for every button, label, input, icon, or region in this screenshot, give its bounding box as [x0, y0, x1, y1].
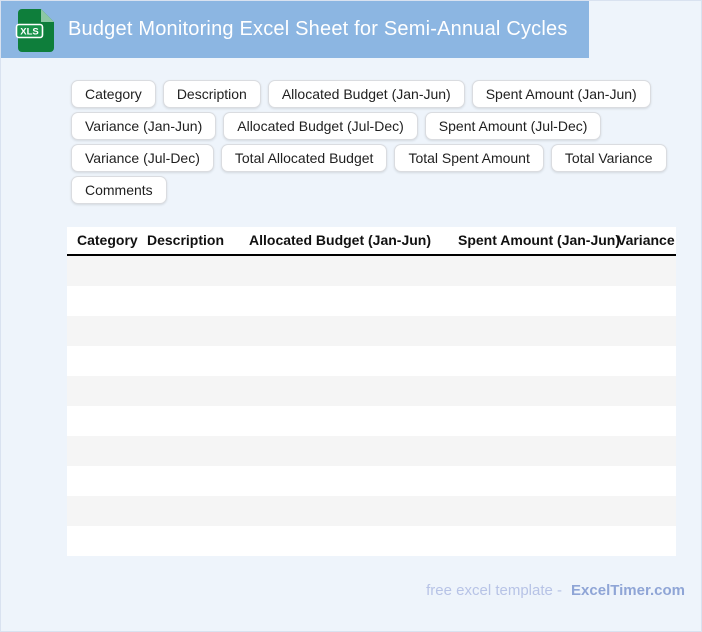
- chip-variance-jan-jun[interactable]: Variance (Jan-Jun): [71, 112, 217, 140]
- chip-variance-jul-dec[interactable]: Variance (Jul-Dec): [71, 144, 214, 172]
- footer-note: free excel template -: [426, 582, 563, 599]
- col-header-variance: Variance: [617, 232, 675, 248]
- col-header-spent-amount-jan-jun: Spent Amount (Jan-Jun): [458, 232, 621, 248]
- col-header-category: Category: [77, 232, 138, 248]
- col-header-allocated-budget-jan-jun: Allocated Budget (Jan-Jun): [249, 232, 432, 248]
- chip-row-4: Comments: [71, 176, 683, 204]
- chip-allocated-budget-jan-jun[interactable]: Allocated Budget (Jan-Jun): [267, 80, 465, 108]
- page-title: Budget Monitoring Excel Sheet for Semi-A…: [68, 18, 568, 40]
- table-row: [67, 376, 676, 406]
- column-tags: Category Description Allocated Budget (J…: [71, 80, 683, 208]
- chip-comments[interactable]: Comments: [71, 176, 167, 204]
- footer: free excel template - ExcelTimer.com: [426, 582, 685, 599]
- table-row: [67, 406, 676, 436]
- xls-icon-label: XLS: [20, 26, 38, 37]
- xls-file-icon: XLS: [15, 8, 54, 52]
- header-bar: XLS Budget Monitoring Excel Sheet for Se…: [1, 1, 589, 58]
- table-row: [67, 346, 676, 376]
- chip-description[interactable]: Description: [162, 80, 261, 108]
- chip-row-1: Category Description Allocated Budget (J…: [71, 80, 683, 108]
- chip-row-2: Variance (Jan-Jun) Allocated Budget (Jul…: [71, 112, 683, 140]
- table-body: [67, 256, 676, 556]
- preview-table: Category Description Allocated Budget (J…: [67, 227, 676, 556]
- chip-spent-amount-jul-dec[interactable]: Spent Amount (Jul-Dec): [424, 112, 602, 140]
- brand-link[interactable]: ExcelTimer.com: [571, 582, 685, 599]
- table-row: [67, 436, 676, 466]
- table-row: [67, 256, 676, 286]
- chip-total-variance[interactable]: Total Variance: [550, 144, 667, 172]
- table-row: [67, 526, 676, 556]
- chip-category[interactable]: Category: [71, 80, 156, 108]
- chip-total-spent-amount[interactable]: Total Spent Amount: [394, 144, 544, 172]
- col-header-description: Description: [147, 232, 225, 248]
- table-row: [67, 316, 676, 346]
- chip-allocated-budget-jul-dec[interactable]: Allocated Budget (Jul-Dec): [223, 112, 418, 140]
- chip-row-3: Variance (Jul-Dec) Total Allocated Budge…: [71, 144, 683, 172]
- page: { "theme": { "page_bg": "#EEF4FB", "page…: [0, 0, 702, 632]
- table-header-row: Category Description Allocated Budget (J…: [67, 227, 676, 256]
- chip-total-allocated-budget[interactable]: Total Allocated Budget: [220, 144, 388, 172]
- table-row: [67, 496, 676, 526]
- table-row: [67, 466, 676, 496]
- chip-spent-amount-jan-jun[interactable]: Spent Amount (Jan-Jun): [471, 80, 651, 108]
- table-row: [67, 286, 676, 316]
